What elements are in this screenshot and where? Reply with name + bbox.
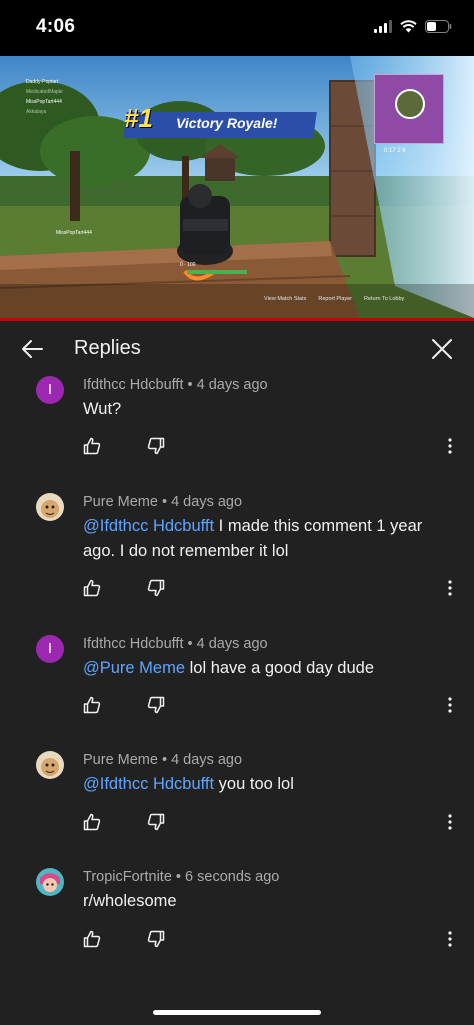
thumbs-up-icon[interactable] — [83, 437, 101, 460]
comment-meta: Ifdthcc Hdcbufft • 4 days ago — [83, 636, 268, 652]
health-bar — [187, 270, 247, 274]
killfeed-entry: MedicatedMaple — [26, 89, 63, 95]
more-vertical-icon[interactable] — [447, 580, 453, 601]
comment-body: Wut? — [83, 400, 122, 418]
comment-text: @Pure Meme lol have a good day dude — [83, 656, 458, 681]
comment-author[interactable]: Ifdthcc Hdcbufft — [83, 636, 183, 652]
killfeed-entry: Akkalaya — [26, 109, 47, 115]
video-controls: View Match Stats Report Player Return To… — [264, 296, 404, 302]
comment-text: @Ifdthcc Hdcbufft I made this comment 1 … — [83, 514, 458, 564]
minimap — [374, 74, 444, 144]
comment-body: r/wholesome — [83, 892, 177, 910]
killfeed-entry: Daddy-Poptart — [26, 79, 59, 85]
more-vertical-icon[interactable] — [447, 931, 453, 952]
status-time: 4:06 — [36, 16, 76, 37]
thumbs-down-icon[interactable] — [147, 930, 165, 953]
replies-list[interactable]: I Ifdthcc Hdcbufft • 4 days ago Wut? Pur… — [0, 376, 474, 1025]
player-tag: MissPopTart444 — [56, 230, 92, 236]
comment-actions — [83, 437, 463, 459]
replies-title: Replies — [74, 337, 141, 359]
status-bar: 4:06 — [0, 0, 474, 56]
comment-meta: Pure Meme • 4 days ago — [83, 752, 243, 768]
comment-mention[interactable]: @Pure Meme — [83, 659, 185, 677]
comment-time: 4 days ago — [171, 752, 243, 768]
status-icons — [374, 19, 452, 33]
comment-time: 4 days ago — [171, 494, 243, 510]
killfeed-entry: MissPopTart444 — [26, 99, 62, 105]
killfeed: Daddy-Poptart MedicatedMaple MissPopTart… — [26, 77, 63, 117]
victory-rank: #1 — [124, 103, 153, 133]
comment-body: lol have a good day dude — [185, 659, 375, 677]
thumbs-down-icon[interactable] — [147, 579, 165, 602]
comment-mention[interactable]: @Ifdthcc Hdcbufft — [83, 517, 214, 535]
comment-body: you too lol — [214, 775, 294, 793]
health-text: 0 · 100 — [180, 262, 196, 268]
comment-author[interactable]: Pure Meme — [83, 752, 158, 768]
video-player[interactable]: Daddy-Poptart MedicatedMaple MissPopTart… — [0, 56, 474, 318]
thumbs-up-icon[interactable] — [83, 696, 101, 719]
replies-header: Replies — [0, 321, 474, 376]
thumbs-up-icon[interactable] — [83, 579, 101, 602]
comment-meta: Ifdthcc Hdcbufft • 4 days ago — [83, 377, 268, 393]
more-vertical-icon[interactable] — [447, 438, 453, 459]
thumbs-down-icon[interactable] — [147, 437, 165, 460]
avatar[interactable]: I — [36, 376, 64, 404]
comment-time: 4 days ago — [196, 377, 268, 393]
back-arrow-icon[interactable] — [20, 337, 46, 361]
minimap-circle — [395, 89, 425, 119]
wifi-icon — [400, 19, 417, 33]
cellular-signal-icon — [374, 19, 392, 33]
report-player[interactable]: Report Player — [318, 296, 352, 302]
more-vertical-icon[interactable] — [447, 697, 453, 718]
comment-actions — [83, 696, 463, 718]
thumbs-down-icon[interactable] — [147, 696, 165, 719]
home-indicator[interactable] — [153, 1010, 321, 1015]
comment-text: r/wholesome — [83, 889, 458, 914]
comment-time: 6 seconds ago — [185, 869, 280, 885]
battery-icon — [425, 19, 452, 33]
close-icon[interactable] — [430, 337, 454, 366]
thumbs-down-icon[interactable] — [147, 813, 165, 836]
thumbs-up-icon[interactable] — [83, 813, 101, 836]
comment-text: Wut? — [83, 397, 458, 422]
avatar[interactable] — [36, 493, 64, 521]
avatar[interactable] — [36, 868, 64, 896]
more-vertical-icon[interactable] — [447, 814, 453, 835]
victory-text: Victory Royale! — [176, 115, 278, 131]
thumbs-up-icon[interactable] — [83, 930, 101, 953]
comment-actions — [83, 579, 463, 601]
comment-time: 4 days ago — [196, 636, 268, 652]
comment-meta: TropicFortnite • 6 seconds ago — [83, 869, 280, 885]
return-to-lobby[interactable]: Return To Lobby — [364, 296, 404, 302]
avatar[interactable]: I — [36, 635, 64, 663]
comment-mention[interactable]: @Ifdthcc Hdcbufft — [83, 775, 214, 793]
avatar[interactable] — [36, 751, 64, 779]
view-match-stats[interactable]: View Match Stats — [264, 296, 306, 302]
comment-text: @Ifdthcc Hdcbufft you too lol — [83, 772, 458, 797]
comment-author[interactable]: Pure Meme — [83, 494, 158, 510]
comment-author[interactable]: Ifdthcc Hdcbufft — [83, 377, 183, 393]
comment-author[interactable]: TropicFortnite — [83, 869, 172, 885]
comment-meta: Pure Meme • 4 days ago — [83, 494, 243, 510]
comment-actions — [83, 813, 463, 835]
comment-actions — [83, 930, 463, 952]
minimap-stats: 0:17 2 6 — [384, 148, 406, 154]
